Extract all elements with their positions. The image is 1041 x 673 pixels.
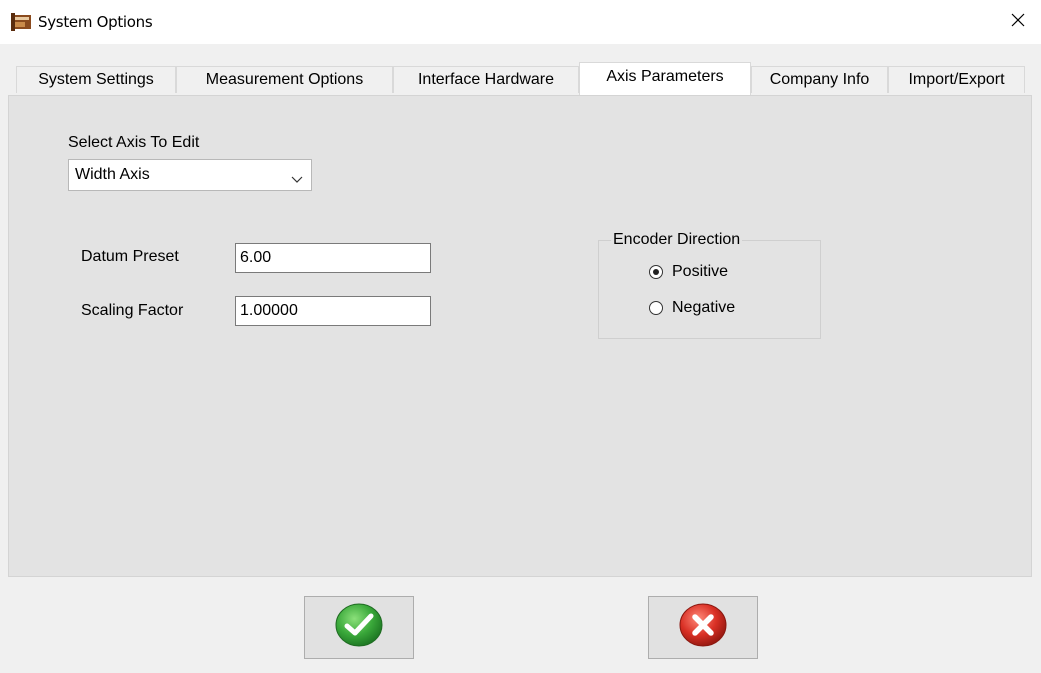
tab-strip: System Settings Measurement Options Inte… <box>0 44 1041 96</box>
tab-system-settings[interactable]: System Settings <box>16 66 176 93</box>
window-title: System Options <box>38 13 153 31</box>
green-checkmark-icon <box>335 601 383 654</box>
tab-axis-parameters[interactable]: Axis Parameters <box>579 62 751 95</box>
radio-negative[interactable]: Negative <box>649 299 735 317</box>
axis-select-dropdown[interactable]: Width Axis <box>68 159 312 191</box>
radio-negative-label: Negative <box>672 299 736 316</box>
chevron-down-icon <box>291 171 303 189</box>
close-button[interactable] <box>995 0 1041 44</box>
radio-positive-label: Positive <box>672 263 729 280</box>
tab-company-info[interactable]: Company Info <box>751 66 888 93</box>
tab-import-export[interactable]: Import/Export <box>888 66 1025 93</box>
scaling-factor-label: Scaling Factor <box>81 302 184 319</box>
encoder-direction-title: Encoder Direction <box>611 231 743 249</box>
tab-interface-hardware[interactable]: Interface Hardware <box>393 66 579 93</box>
ok-button[interactable] <box>304 596 414 659</box>
close-icon <box>1011 13 1025 32</box>
radio-selected-icon <box>649 265 663 279</box>
datum-preset-label: Datum Preset <box>81 248 179 265</box>
axis-parameters-panel: Select Axis To Edit Width Axis Datum Pre… <box>8 95 1032 577</box>
red-x-icon <box>679 601 727 654</box>
cancel-button[interactable] <box>648 596 758 659</box>
app-icon <box>11 13 31 31</box>
tab-measurement-options[interactable]: Measurement Options <box>176 66 393 93</box>
select-axis-label: Select Axis To Edit <box>68 134 200 151</box>
encoder-direction-group: Encoder Direction Positive Negative <box>598 231 821 339</box>
scaling-factor-input[interactable]: 1.00000 <box>235 296 431 326</box>
axis-select-value: Width Axis <box>75 166 150 183</box>
datum-preset-input[interactable]: 6.00 <box>235 243 431 273</box>
radio-positive[interactable]: Positive <box>649 263 728 281</box>
radio-unselected-icon <box>649 301 663 315</box>
title-bar[interactable]: System Options <box>0 0 1041 44</box>
system-options-window: System Options System Settings Measureme… <box>0 0 1041 673</box>
